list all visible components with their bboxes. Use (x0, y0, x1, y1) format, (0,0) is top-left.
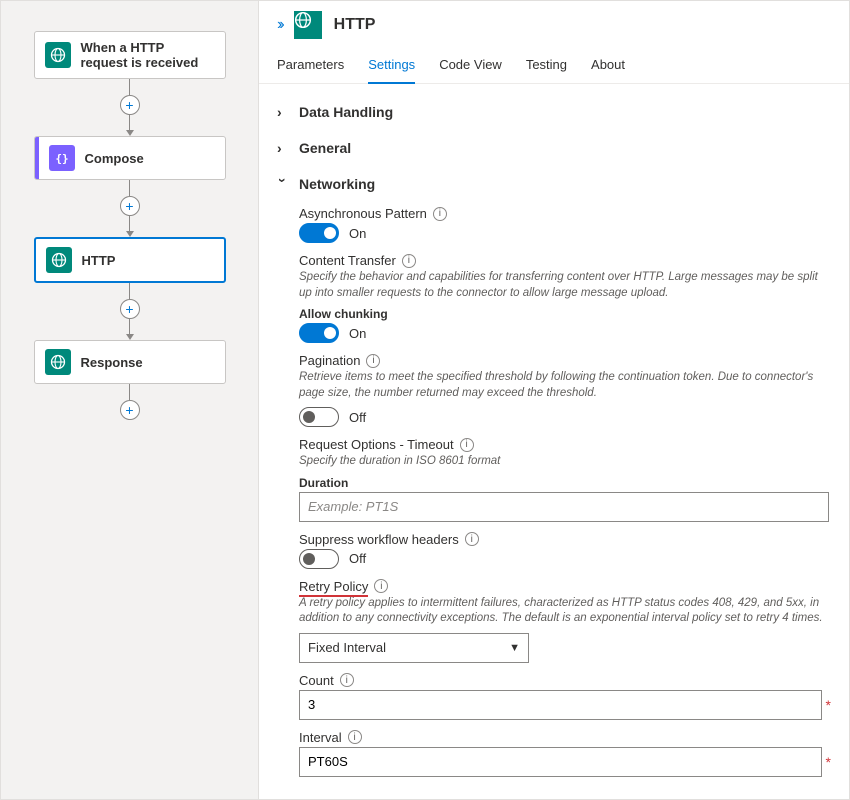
connector: + (120, 180, 140, 237)
add-step-button[interactable]: + (120, 95, 140, 115)
toggle-suppress[interactable] (299, 549, 339, 569)
globe-icon (45, 42, 71, 68)
connector: + (120, 283, 140, 340)
collapse-icon[interactable]: ›› (277, 16, 282, 34)
node-label: Response (81, 355, 143, 370)
add-step-button[interactable]: + (120, 299, 140, 319)
tab-testing[interactable]: Testing (526, 51, 567, 83)
info-icon[interactable]: i (366, 354, 380, 368)
tab-parameters[interactable]: Parameters (277, 51, 344, 83)
globe-icon (45, 349, 71, 375)
section-networking[interactable]: › Networking (277, 172, 831, 196)
input-retry-interval[interactable] (299, 747, 822, 777)
node-label: When a HTTP request is received (81, 40, 215, 70)
desc-timeout: Specify the duration in ISO 8601 format (299, 454, 831, 470)
required-indicator: * (826, 697, 831, 713)
info-icon[interactable]: i (460, 438, 474, 452)
desc-pagination: Retrieve items to meet the specified thr… (299, 370, 831, 401)
tab-bar: Parameters Settings Code View Testing Ab… (259, 43, 849, 84)
label-interval: Interval (299, 730, 342, 745)
desc-retry: A retry policy applies to intermittent f… (299, 596, 831, 627)
info-icon[interactable]: i (340, 673, 354, 687)
add-step-button[interactable]: + (120, 196, 140, 216)
chevron-down-icon: › (275, 178, 291, 190)
label-count: Count (299, 673, 334, 688)
details-panel: ›› HTTP Parameters Settings Code View Te… (259, 1, 849, 799)
toggle-state: On (349, 226, 366, 241)
node-compose[interactable]: {} Compose (34, 136, 226, 180)
add-step-button[interactable]: + (120, 400, 140, 420)
tab-codeview[interactable]: Code View (439, 51, 502, 83)
node-http[interactable]: HTTP (34, 237, 226, 283)
tab-settings[interactable]: Settings (368, 51, 415, 84)
info-icon[interactable]: i (374, 579, 388, 593)
label-allow-chunking: Allow chunking (299, 307, 831, 321)
braces-icon: {} (49, 145, 75, 171)
globe-icon (46, 247, 72, 273)
section-data-handling[interactable]: › Data Handling (277, 100, 831, 124)
toggle-async[interactable] (299, 223, 339, 243)
label-retry-policy: Retry Policy (299, 579, 368, 594)
label-pagination: Pagination (299, 353, 360, 368)
svg-text:{}: {} (55, 152, 68, 165)
info-icon[interactable]: i (348, 730, 362, 744)
connector: + (120, 79, 140, 136)
designer-canvas: When a HTTP request is received + {} Com… (1, 1, 259, 799)
info-icon[interactable]: i (465, 532, 479, 546)
globe-icon (294, 11, 322, 39)
panel-title: HTTP (334, 16, 376, 34)
connector: + (120, 384, 140, 420)
chevron-right-icon: › (277, 104, 289, 120)
input-duration[interactable] (299, 492, 829, 522)
node-response[interactable]: Response (34, 340, 226, 384)
toggle-state: Off (349, 551, 366, 566)
label-suppress: Suppress workflow headers (299, 532, 459, 547)
node-trigger[interactable]: When a HTTP request is received (34, 31, 226, 79)
chevron-down-icon: ▼ (509, 642, 520, 654)
info-icon[interactable]: i (402, 254, 416, 268)
label-content-transfer: Content Transfer (299, 253, 396, 268)
input-retry-count[interactable] (299, 690, 822, 720)
toggle-state: Off (349, 410, 366, 425)
desc-content-transfer: Specify the behavior and capabilities fo… (299, 270, 831, 301)
select-retry-type[interactable]: Fixed Interval ▼ (299, 633, 529, 663)
toggle-pagination[interactable] (299, 407, 339, 427)
label-async: Asynchronous Pattern (299, 206, 427, 221)
node-label: Compose (85, 151, 144, 166)
section-general[interactable]: › General (277, 136, 831, 160)
label-timeout: Request Options - Timeout (299, 437, 454, 452)
toggle-chunking[interactable] (299, 323, 339, 343)
toggle-state: On (349, 326, 366, 341)
tab-about[interactable]: About (591, 51, 625, 83)
label-duration: Duration (299, 476, 831, 490)
node-label: HTTP (82, 253, 116, 268)
chevron-right-icon: › (277, 140, 289, 156)
info-icon[interactable]: i (433, 207, 447, 221)
required-indicator: * (826, 754, 831, 770)
